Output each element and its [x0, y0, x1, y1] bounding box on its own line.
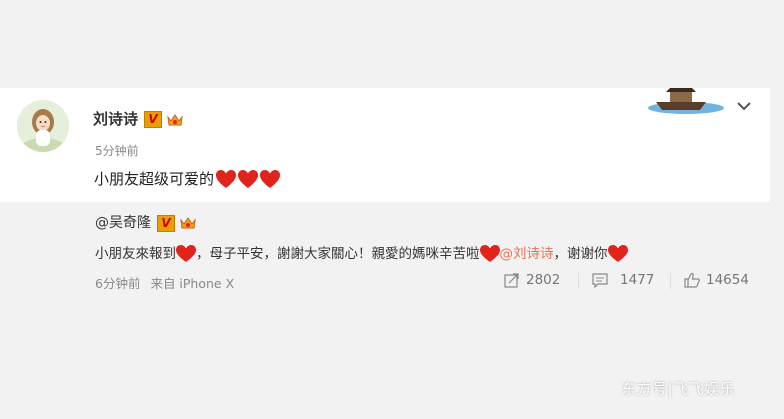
repost-content: 小朋友來報到 ，母子平安，謝謝大家關心！親愛的媽咪辛苦啦 @刘诗诗，谢谢你	[95, 242, 628, 263]
hearts-icon	[216, 169, 281, 188]
watermark: 东方号|飞飞娱乐	[621, 380, 736, 398]
thumbs-up-icon	[684, 273, 700, 288]
like-count-button[interactable]: 14654	[684, 272, 749, 288]
post-time[interactable]: 5分钟前	[95, 142, 139, 159]
comment-count-button[interactable]: 1477	[592, 272, 655, 289]
comment-count: 1477	[620, 272, 655, 288]
verified-badge-icon: V	[157, 214, 175, 232]
repost-text-part1: 小朋友來報到	[95, 246, 176, 262]
post-content: 小朋友超级可爱的	[94, 168, 282, 190]
repost-count-button[interactable]: 2802	[504, 272, 560, 288]
heart-icon	[176, 245, 196, 262]
vip-crown-icon	[167, 113, 183, 125]
post-author-name[interactable]: 刘诗诗	[93, 110, 138, 128]
divider	[578, 273, 579, 289]
share-icon	[504, 273, 519, 288]
repost-author-line: @吴奇隆 V	[95, 212, 197, 232]
heart-icon	[479, 245, 500, 262]
divider	[670, 273, 671, 289]
repost-author-name[interactable]: @吴奇隆	[95, 215, 151, 231]
mention-link[interactable]: @刘诗诗	[500, 246, 554, 262]
post-author-line: 刘诗诗 V	[93, 108, 184, 129]
repost-meta: 6分钟前 来自 iPhone X	[95, 273, 234, 292]
heart-icon	[607, 245, 628, 262]
comment-icon	[592, 273, 608, 289]
author-avatar[interactable]	[17, 100, 69, 152]
weibo-post: 刘诗诗 V 5分钟前 小朋友超级可爱的	[0, 88, 770, 202]
chevron-down-icon[interactable]	[736, 100, 752, 112]
like-count: 14654	[706, 272, 749, 288]
verified-badge-icon: V	[144, 111, 163, 128]
post-text: 小朋友超级可爱的	[94, 170, 215, 188]
vip-crown-icon	[180, 217, 196, 229]
repost-time[interactable]: 6分钟前	[95, 276, 140, 291]
repost-count: 2802	[526, 272, 561, 288]
repost-text-part3: ，谢谢你	[553, 246, 608, 262]
repost-text-part2: ，母子平安，謝謝大家關心！親愛的媽咪辛苦啦	[196, 246, 480, 262]
repost-source: 来自 iPhone X	[150, 276, 235, 291]
boat-decoration-icon	[648, 88, 724, 114]
